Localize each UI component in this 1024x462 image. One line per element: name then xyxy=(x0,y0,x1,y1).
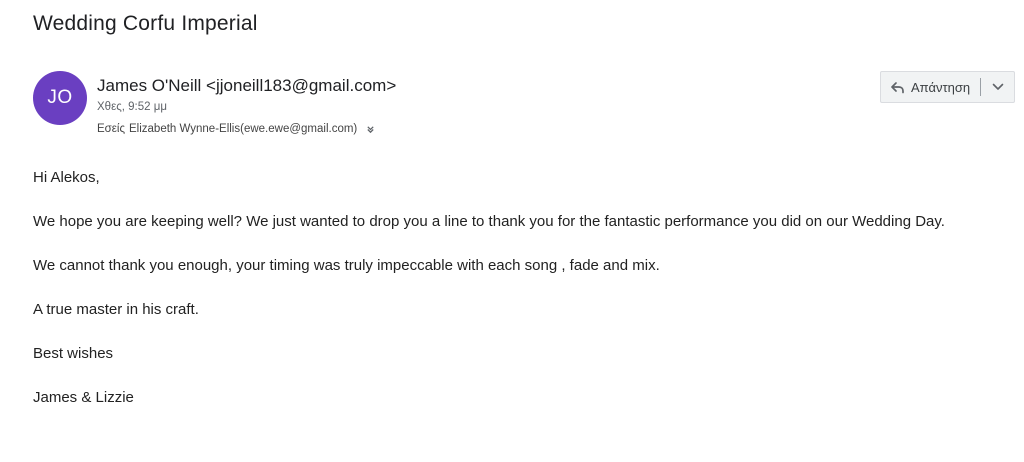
sender-email[interactable]: jjoneill183@gmail.com xyxy=(201,76,396,95)
email-subject: Wedding Corfu Imperial xyxy=(33,12,258,35)
reply-button-label: Απάντηση xyxy=(911,79,971,95)
sender-name[interactable]: James O'Neill xyxy=(97,76,201,95)
body-paragraph-praise: We cannot thank you enough, your timing … xyxy=(33,257,660,274)
chevron-down-icon xyxy=(992,78,1004,96)
email-body: Hi Alekos, We hope you are keeping well?… xyxy=(33,168,998,432)
body-paragraph-closing: Best wishes xyxy=(33,345,114,362)
body-paragraph-master: A true master in his craft. xyxy=(33,301,199,318)
reply-button[interactable]: Απάντηση xyxy=(881,72,980,102)
sender-line: James O'Neilljjoneill183@gmail.com xyxy=(97,76,396,96)
avatar-initials: JO xyxy=(47,87,73,108)
recipient-email[interactable]: ewe.ewe@gmail.com xyxy=(240,123,357,135)
body-paragraph-signature: James & Lizzie xyxy=(33,389,134,406)
more-options-button[interactable] xyxy=(981,72,1014,102)
body-paragraph-thanks: We hope you are keeping well? We just wa… xyxy=(33,213,945,230)
email-view: Wedding Corfu Imperial JO James O'Neillj… xyxy=(0,0,1024,462)
body-paragraph-greeting: Hi Alekos, xyxy=(33,169,100,186)
double-chevron-down-icon[interactable] xyxy=(365,124,375,134)
recipient-you-label: Εσείς xyxy=(97,123,125,135)
recipient-name[interactable]: Elizabeth Wynne-Ellis xyxy=(129,123,240,135)
email-date: Χθες, 9:52 μμ xyxy=(97,101,167,113)
reply-button-group: Απάντηση xyxy=(880,71,1015,103)
recipients-line: Εσείς Elizabeth Wynne-Ellisewe.ewe@gmail… xyxy=(97,123,375,135)
sender-avatar[interactable]: JO xyxy=(33,71,87,125)
reply-arrow-icon xyxy=(890,81,905,94)
